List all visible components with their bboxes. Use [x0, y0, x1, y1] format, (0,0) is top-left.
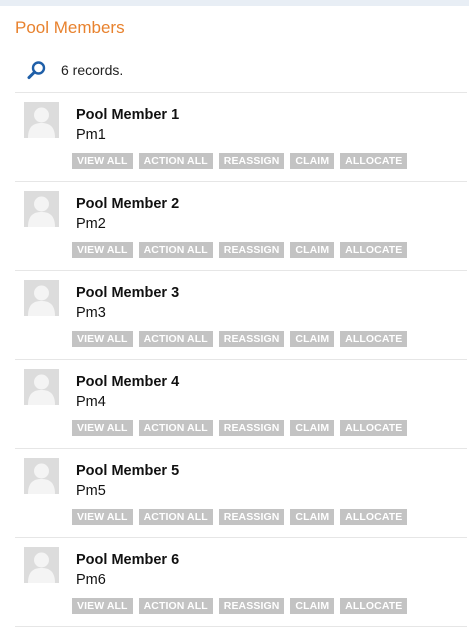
- allocate-button[interactable]: ALLOCATE: [340, 331, 408, 347]
- member-actions: VIEW ALL ACTION ALL REASSIGN CLAIM ALLOC…: [72, 331, 413, 347]
- member-actions: VIEW ALL ACTION ALL REASSIGN CLAIM ALLOC…: [72, 153, 413, 169]
- member-code: Pm4: [76, 394, 106, 410]
- records-count: 6 records.: [61, 62, 124, 78]
- member-list: Pool Member 1 Pm1 VIEW ALL ACTION ALL RE…: [15, 92, 467, 627]
- member-actions: VIEW ALL ACTION ALL REASSIGN CLAIM ALLOC…: [72, 509, 413, 525]
- member-actions: VIEW ALL ACTION ALL REASSIGN CLAIM ALLOC…: [72, 598, 413, 614]
- claim-button[interactable]: CLAIM: [290, 509, 335, 525]
- claim-button[interactable]: CLAIM: [290, 242, 335, 258]
- member-name: Pool Member 1: [76, 107, 180, 123]
- member-name: Pool Member 5: [76, 463, 180, 479]
- action-all-button[interactable]: ACTION ALL: [138, 420, 213, 436]
- user-avatar-icon: [24, 458, 59, 494]
- allocate-button[interactable]: ALLOCATE: [340, 420, 408, 436]
- user-avatar-icon: [24, 191, 59, 227]
- reassign-button[interactable]: REASSIGN: [218, 153, 285, 169]
- member-code: Pm6: [76, 572, 106, 588]
- view-all-button[interactable]: VIEW ALL: [72, 242, 133, 258]
- member-actions: VIEW ALL ACTION ALL REASSIGN CLAIM ALLOC…: [72, 242, 413, 258]
- top-strip: [0, 0, 469, 6]
- reassign-button[interactable]: REASSIGN: [218, 598, 285, 614]
- action-all-button[interactable]: ACTION ALL: [138, 153, 213, 169]
- claim-button[interactable]: CLAIM: [290, 331, 335, 347]
- list-item: Pool Member 2 Pm2 VIEW ALL ACTION ALL RE…: [15, 181, 467, 270]
- user-avatar-icon: [24, 547, 59, 583]
- list-item: Pool Member 5 Pm5 VIEW ALL ACTION ALL RE…: [15, 448, 467, 537]
- action-all-button[interactable]: ACTION ALL: [138, 598, 213, 614]
- reassign-button[interactable]: REASSIGN: [218, 509, 285, 525]
- member-actions: VIEW ALL ACTION ALL REASSIGN CLAIM ALLOC…: [72, 420, 413, 436]
- allocate-button[interactable]: ALLOCATE: [340, 242, 408, 258]
- user-avatar-icon: [24, 369, 59, 405]
- view-all-button[interactable]: VIEW ALL: [72, 509, 133, 525]
- reassign-button[interactable]: REASSIGN: [218, 242, 285, 258]
- member-code: Pm5: [76, 483, 106, 499]
- allocate-button[interactable]: ALLOCATE: [340, 598, 408, 614]
- action-all-button[interactable]: ACTION ALL: [138, 242, 213, 258]
- member-name: Pool Member 3: [76, 285, 180, 301]
- user-avatar-icon: [24, 102, 59, 138]
- page-title: Pool Members: [15, 18, 125, 37]
- member-name: Pool Member 4: [76, 374, 180, 390]
- list-item: Pool Member 4 Pm4 VIEW ALL ACTION ALL RE…: [15, 359, 467, 448]
- view-all-button[interactable]: VIEW ALL: [72, 420, 133, 436]
- member-name: Pool Member 6: [76, 552, 180, 568]
- member-code: Pm1: [76, 127, 106, 143]
- member-code: Pm3: [76, 305, 106, 321]
- member-code: Pm2: [76, 216, 106, 232]
- view-all-button[interactable]: VIEW ALL: [72, 598, 133, 614]
- action-all-button[interactable]: ACTION ALL: [138, 509, 213, 525]
- action-all-button[interactable]: ACTION ALL: [138, 331, 213, 347]
- list-item: Pool Member 3 Pm3 VIEW ALL ACTION ALL RE…: [15, 270, 467, 359]
- claim-button[interactable]: CLAIM: [290, 420, 335, 436]
- records-bar: 6 records.: [26, 58, 123, 82]
- claim-button[interactable]: CLAIM: [290, 153, 335, 169]
- reassign-button[interactable]: REASSIGN: [218, 331, 285, 347]
- claim-button[interactable]: CLAIM: [290, 598, 335, 614]
- list-item: Pool Member 1 Pm1 VIEW ALL ACTION ALL RE…: [15, 92, 467, 181]
- list-item: Pool Member 6 Pm6 VIEW ALL ACTION ALL RE…: [15, 537, 467, 627]
- search-icon[interactable]: [26, 59, 48, 81]
- allocate-button[interactable]: ALLOCATE: [340, 509, 408, 525]
- view-all-button[interactable]: VIEW ALL: [72, 153, 133, 169]
- view-all-button[interactable]: VIEW ALL: [72, 331, 133, 347]
- member-name: Pool Member 2: [76, 196, 180, 212]
- allocate-button[interactable]: ALLOCATE: [340, 153, 408, 169]
- reassign-button[interactable]: REASSIGN: [218, 420, 285, 436]
- user-avatar-icon: [24, 280, 59, 316]
